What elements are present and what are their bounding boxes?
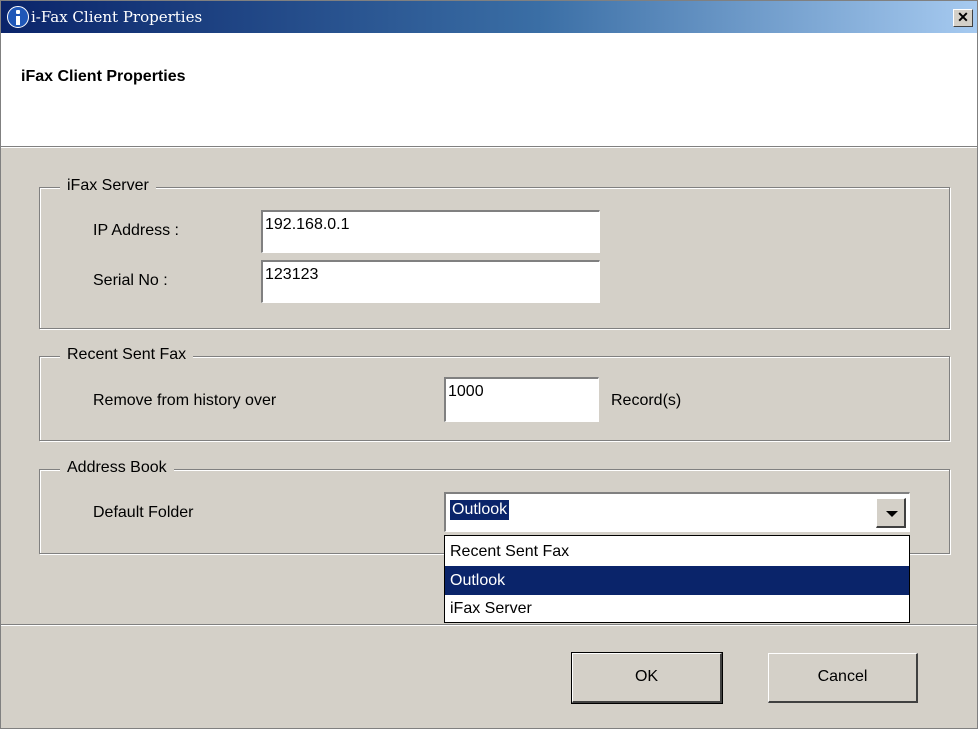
- remove-history-label: Remove from history over: [93, 392, 277, 409]
- footer-divider-highlight: [1, 625, 977, 626]
- address-book-legend: Address Book: [60, 459, 174, 477]
- recent-sent-fax-legend: Recent Sent Fax: [60, 346, 194, 364]
- history-limit-field[interactable]: 1000: [444, 377, 599, 422]
- ip-address-field[interactable]: 192.168.0.1: [261, 210, 600, 253]
- serial-no-field[interactable]: 123123: [261, 260, 600, 303]
- properties-dialog: i-Fax Client Properties ✕ iFax Client Pr…: [0, 0, 978, 729]
- option-recent-sent-fax[interactable]: Recent Sent Fax: [445, 537, 909, 566]
- option-outlook[interactable]: Outlook: [445, 566, 909, 595]
- close-icon: ✕: [957, 9, 969, 25]
- ip-address-label: IP Address :: [93, 222, 179, 239]
- title-bar[interactable]: i-Fax Client Properties ✕: [1, 1, 977, 33]
- cancel-button[interactable]: Cancel: [768, 653, 918, 703]
- option-ifax-server[interactable]: iFax Server: [445, 594, 909, 623]
- serial-no-label: Serial No :: [93, 272, 168, 289]
- default-folder-value: Outlook: [450, 500, 510, 520]
- header-panel: iFax Client Properties: [1, 33, 977, 148]
- ifax-server-group: iFax Server: [39, 177, 950, 329]
- page-title: iFax Client Properties: [21, 68, 186, 85]
- default-folder-options: Recent Sent Fax Outlook iFax Server: [444, 535, 910, 623]
- header-divider: [1, 147, 977, 148]
- records-unit-label: Record(s): [611, 392, 682, 409]
- default-folder-select[interactable]: Outlook: [444, 492, 910, 532]
- ifax-server-legend: iFax Server: [60, 177, 156, 195]
- ok-button[interactable]: OK: [571, 652, 723, 704]
- info-icon: [7, 6, 29, 28]
- default-folder-label: Default Folder: [93, 504, 194, 521]
- window-title: i-Fax Client Properties: [31, 8, 203, 26]
- close-button[interactable]: ✕: [953, 9, 973, 27]
- dropdown-button[interactable]: [876, 498, 906, 528]
